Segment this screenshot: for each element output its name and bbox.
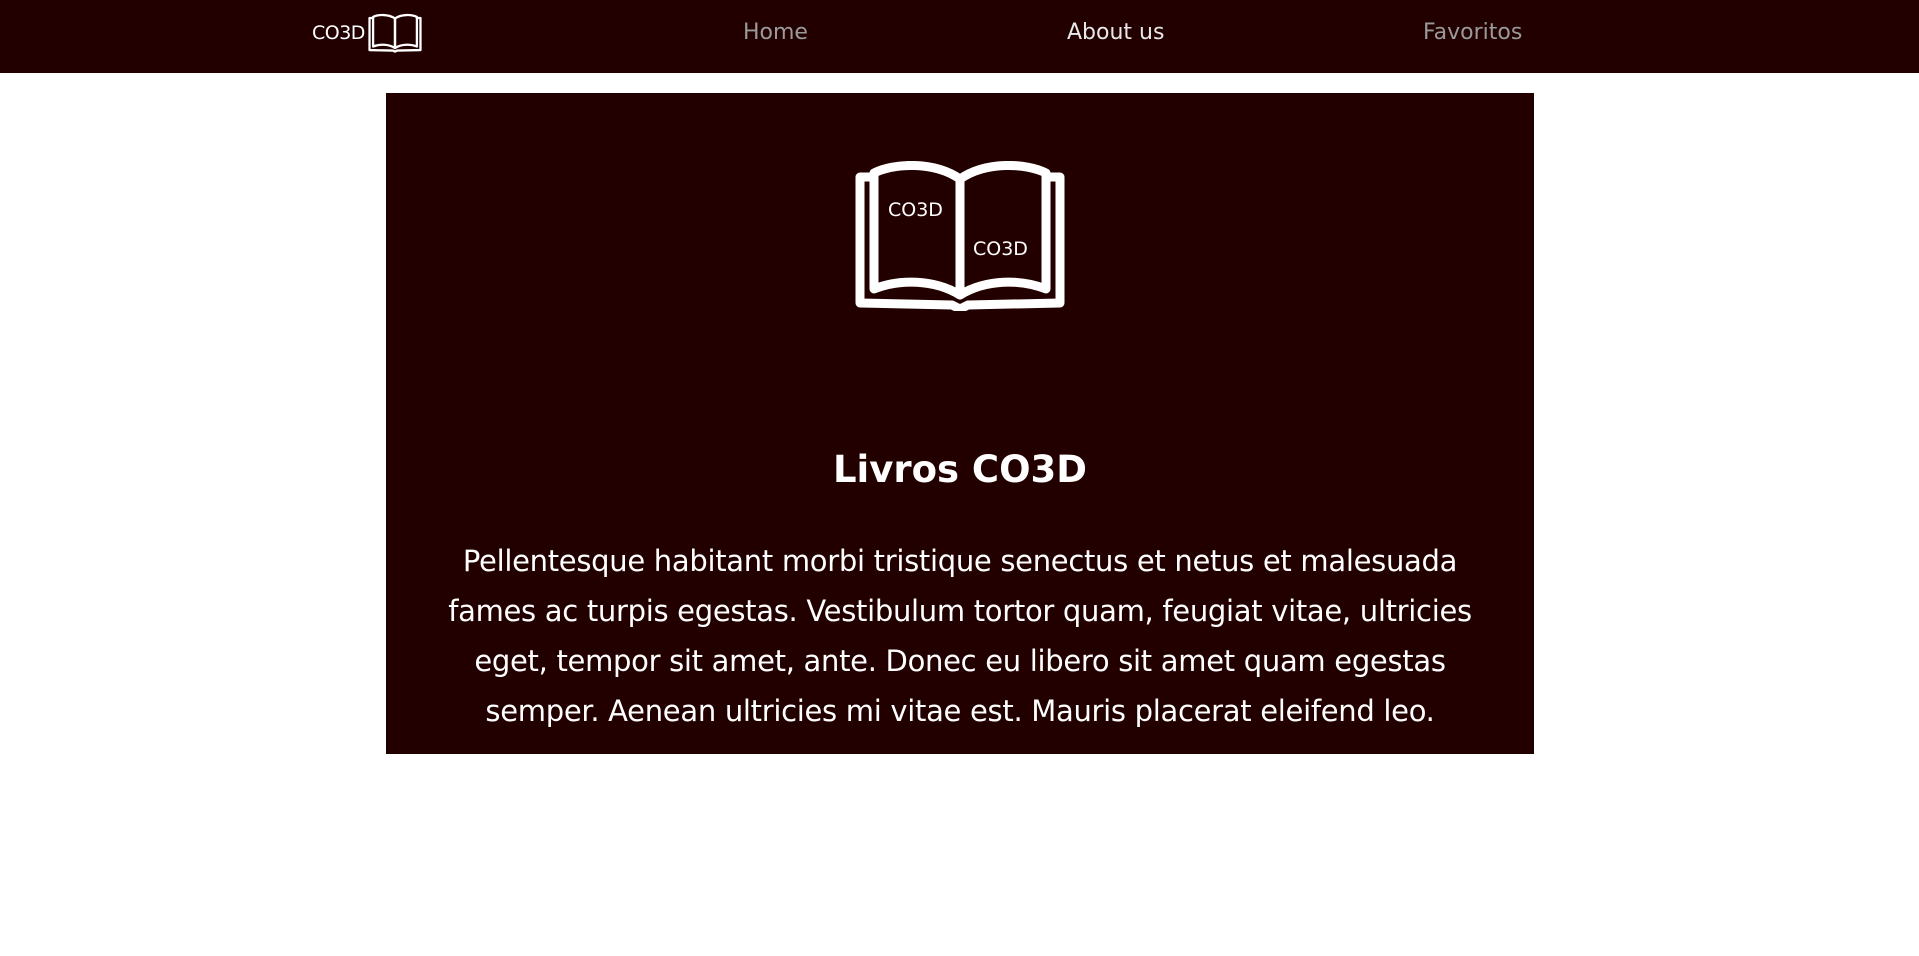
open-book-icon xyxy=(368,13,422,53)
brand-text: CO3D xyxy=(312,22,365,44)
nav-link-home[interactable]: Home xyxy=(743,20,808,45)
brand-link[interactable]: CO3D xyxy=(312,12,422,54)
logo-right-page-label: CO3D xyxy=(973,238,1028,260)
nav-link-favoritos[interactable]: Favoritos xyxy=(1423,20,1522,45)
about-section: Livros CO3D Pellentesque habitant morbi … xyxy=(386,93,1534,754)
about-description: Pellentesque habitant morbi tristique se… xyxy=(448,544,1472,728)
open-book-icon xyxy=(855,161,1065,311)
page-title: Livros CO3D xyxy=(832,448,1087,491)
logo-left-page-label: CO3D xyxy=(888,199,943,221)
nav-link-about-us[interactable]: About us xyxy=(1067,20,1164,45)
navbar: CO3D Home About us Favoritos xyxy=(0,0,1919,73)
